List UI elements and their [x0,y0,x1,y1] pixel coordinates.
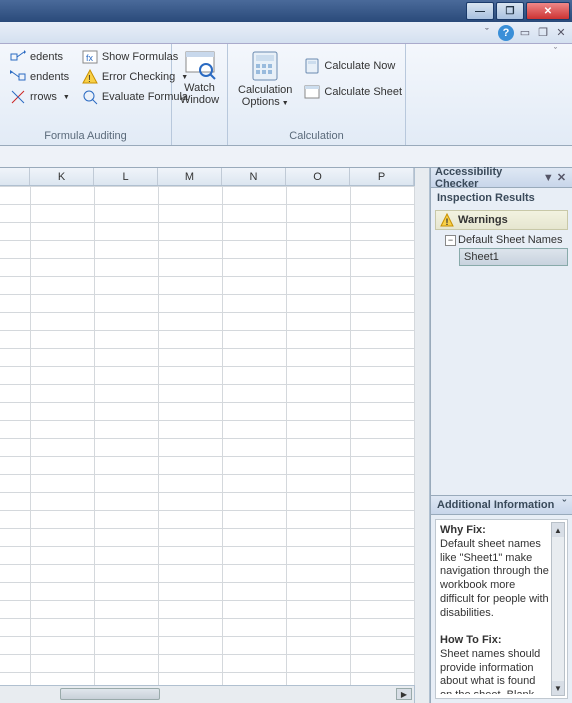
scroll-down-button[interactable]: ▼ [552,681,564,695]
column-header[interactable]: M [158,168,222,185]
pane-title: Accessibility Checker [435,166,542,190]
warning-icon: ! [440,213,454,227]
ribbon: edents endents rrows ▼ fx Show Formulas ! [0,44,572,146]
additional-info-header[interactable]: Additional Information ˇ [431,495,572,515]
accessibility-checker-pane: Accessibility Checker ▼ ✕ Inspection Res… [430,168,572,703]
dependents-label: endents [30,71,69,83]
column-header[interactable]: P [350,168,414,185]
group-label: Formula Auditing [6,128,165,145]
watch-label-2: Window [180,94,219,106]
calculate-sheet-label: Calculate Sheet [324,86,402,98]
column-header[interactable]: N [222,168,286,185]
column-header[interactable] [0,168,30,185]
chevron-down-icon: ˇ [562,499,566,511]
how-to-fix-text: Sheet names should provide information a… [440,648,540,694]
watch-window-icon [184,48,216,80]
restore-window-button[interactable]: ❐ [536,26,550,40]
svg-text:!: ! [446,217,449,227]
minimize-ribbon-button[interactable]: ▭ [518,26,532,40]
warnings-label: Warnings [458,214,508,226]
close-workbook-button[interactable]: ✕ [554,26,568,40]
close-icon: ✕ [544,6,552,17]
column-headers: K L M N O P [0,168,414,186]
inspection-results-header: Inspection Results [431,188,572,208]
tree-node[interactable]: − Default Sheet Names [431,232,572,248]
calculate-now-button[interactable]: Calculate Now [300,57,406,75]
show-formulas-label: Show Formulas [102,51,178,63]
maximize-icon: ❐ [506,6,515,17]
dependents-icon [10,69,26,85]
column-header[interactable]: K [30,168,94,185]
collapse-ribbon-button[interactable]: ˇ [554,46,568,60]
column-header[interactable]: O [286,168,350,185]
ribbon-group-formula-auditing: edents endents rrows▼ fx Show Formulas ! [0,44,172,145]
quick-access-bar: ˇ ? ▭ ❐ ✕ [0,22,572,44]
customize-caret-icon[interactable]: ˇ [480,26,494,40]
ribbon-group-watch: Watch Window [172,44,228,145]
collapse-icon[interactable]: − [445,235,456,246]
how-to-fix-heading: How To Fix: [440,634,502,646]
scroll-right-button[interactable]: ▶ [396,688,412,700]
remove-arrows-button[interactable]: rrows ▼ [6,88,74,106]
show-formulas-icon: fx [82,49,98,65]
calculate-sheet-icon [304,84,320,100]
minimize-icon: — [475,6,485,17]
error-checking-label: Error Checking [102,71,175,83]
evaluate-icon [82,89,98,105]
watch-label-1: Watch [184,82,215,94]
arrows-label: rrows [30,91,57,103]
vertical-scrollbar[interactable] [414,168,430,703]
remove-arrows-icon [10,89,26,105]
precedents-label: edents [30,51,63,63]
svg-text:!: ! [88,74,91,85]
calc-options-label-2: Options [242,96,280,108]
help-button[interactable]: ? [498,25,514,41]
close-button[interactable]: ✕ [526,2,570,20]
pane-menu-button[interactable]: ▼ [542,172,555,184]
svg-text:fx: fx [86,53,94,63]
tree-item-selected[interactable]: Sheet1 [459,248,568,266]
warnings-header[interactable]: ! Warnings [435,210,568,230]
ribbon-group-calculation: Calculation Options▼ Calculate Now Calcu… [228,44,406,145]
additional-info-label: Additional Information [437,499,554,511]
worksheet-grid: K L M N O P ▶ [0,168,414,703]
scroll-thumb[interactable] [60,688,160,700]
pane-header: Accessibility Checker ▼ ✕ [431,168,572,188]
calculation-options-button[interactable]: Calculation Options▼ [234,48,296,110]
precedents-icon [10,49,26,65]
group-label: Calculation [234,128,399,145]
main-area: K L M N O P ▶ Accessibility Checker ▼ ✕ … [0,168,572,703]
calculate-now-label: Calculate Now [324,60,395,72]
tree-node-label: Default Sheet Names [458,234,563,246]
why-fix-heading: Why Fix: [440,524,486,536]
watch-window-button[interactable]: Watch Window [178,46,221,108]
trace-precedents-button[interactable]: edents [6,48,74,66]
additional-info-body: Why Fix: Default sheet names like "Sheet… [435,519,568,699]
scroll-up-button[interactable]: ▲ [552,523,564,537]
group-label [178,128,221,145]
maximize-button[interactable]: ❐ [496,2,524,20]
calculate-sheet-button[interactable]: Calculate Sheet [300,83,406,101]
why-fix-text: Default sheet names like "Sheet1" make n… [440,538,549,619]
calc-options-label-1: Calculation [238,84,292,96]
horizontal-scrollbar[interactable]: ▶ [0,685,414,703]
trace-dependents-button[interactable]: endents [6,68,74,86]
error-checking-icon: ! [82,69,98,85]
calculation-options-icon [249,50,281,82]
pane-close-button[interactable]: ✕ [555,171,568,184]
info-scrollbar[interactable]: ▲ ▼ [551,522,565,696]
dropdown-icon: ▼ [63,94,70,101]
window-titlebar: — ❐ ✕ [0,0,572,22]
minimize-button[interactable]: — [466,2,494,20]
cells-area[interactable] [0,186,414,685]
column-header[interactable]: L [94,168,158,185]
calculate-now-icon [304,58,320,74]
dropdown-icon: ▼ [282,100,289,107]
